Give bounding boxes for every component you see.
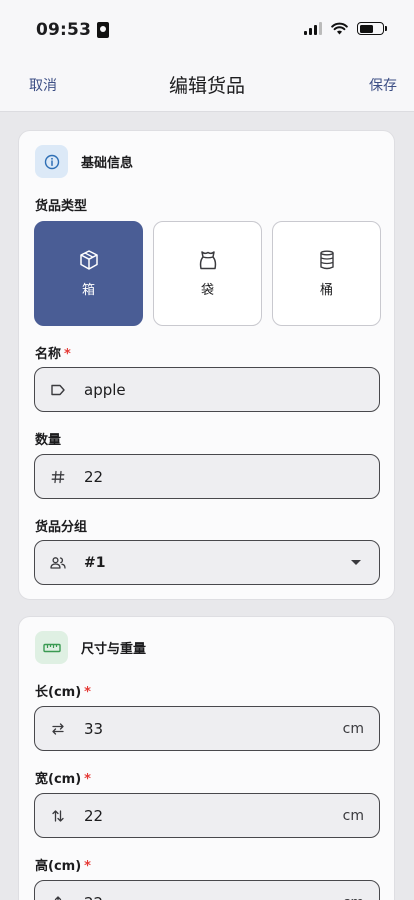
group-select[interactable]: #1 (34, 540, 380, 585)
required-mark: * (84, 772, 91, 787)
page-title: 编辑货品 (168, 75, 245, 97)
height-arrow-icon (48, 893, 68, 900)
quantity-label: 数量 (35, 433, 62, 448)
wifi-icon (331, 22, 348, 35)
battery-icon (357, 22, 387, 35)
navigation-bar: 取消 编辑货品 保存 (0, 56, 414, 112)
box-icon (79, 250, 98, 270)
height-label-text: 高(cm) (35, 859, 82, 874)
clock-text: 09:53 (36, 20, 92, 40)
type-option-label: 袋 (200, 283, 214, 298)
status-bar: 09:53 (0, 0, 414, 56)
dimensions-card: 尺寸与重量 长(cm)* cm 宽(cm)* (18, 616, 395, 900)
name-input[interactable] (84, 368, 379, 411)
width-unit: cm (342, 807, 364, 824)
width-field[interactable]: cm (34, 793, 380, 838)
dimensions-header: 尺寸与重量 (35, 631, 146, 664)
length-unit: cm (342, 720, 364, 737)
basic-info-card: 基础信息 货品类型 箱 袋 桶 名称 * apple 数量 22 货品分组 #1 (18, 130, 395, 600)
height-input[interactable] (84, 881, 343, 900)
ruler-icon (35, 631, 68, 664)
group-label: 货品分组 (35, 520, 88, 535)
people-icon (48, 553, 68, 573)
basic-info-header: 基础信息 (35, 145, 133, 178)
label-tag-icon (48, 380, 68, 400)
form-scroll-area[interactable]: 基础信息 货品类型 箱 袋 桶 名称 * apple 数量 22 货品分组 #1… (0, 113, 414, 900)
height-label: 高(cm) * (35, 855, 91, 874)
type-option-label: 桶 (319, 283, 333, 298)
length-label: 长(cm) * (35, 681, 91, 700)
length-input[interactable] (84, 707, 343, 750)
type-option-label: 箱 (81, 283, 95, 298)
type-option-bag[interactable]: 袋 (153, 221, 262, 326)
width-input[interactable] (84, 794, 343, 837)
height-field[interactable]: cm (34, 880, 380, 900)
dimensions-title: 尺寸与重量 (81, 642, 147, 657)
cellular-signal-icon (304, 22, 322, 35)
height-unit: cm (343, 895, 364, 900)
barrel-icon (319, 250, 334, 270)
required-mark: * (84, 859, 91, 874)
length-field[interactable]: cm (34, 706, 380, 751)
name-field[interactable] (34, 367, 380, 412)
quantity-field[interactable] (34, 454, 380, 499)
vertical-arrows-icon (48, 806, 68, 826)
type-label: 货品类型 (35, 199, 88, 214)
length-label-text: 长(cm) (35, 685, 82, 700)
type-option-barrel[interactable]: 桶 (272, 221, 381, 326)
chevron-down-icon (351, 560, 361, 565)
status-time: 09:53 (36, 20, 110, 40)
width-label-text: 宽(cm) (35, 772, 82, 787)
save-button[interactable]: 保存 (369, 75, 397, 95)
status-indicators (304, 22, 387, 35)
info-icon (35, 145, 68, 178)
required-mark: * (84, 685, 91, 700)
width-label: 宽(cm) * (35, 768, 91, 787)
hash-icon (48, 467, 68, 487)
name-label-text: 名称 (35, 347, 62, 362)
horizontal-arrows-icon (48, 719, 68, 739)
group-select-value: #1 (84, 554, 106, 571)
bag-icon (199, 251, 216, 270)
required-mark: * (64, 347, 71, 362)
type-option-box[interactable]: 箱 (34, 221, 143, 326)
sim-card-icon (97, 22, 110, 38)
basic-info-title: 基础信息 (81, 156, 134, 171)
name-label: 名称 * (35, 343, 71, 362)
quantity-input[interactable] (84, 455, 379, 498)
type-selector: 箱 袋 桶 (34, 221, 381, 326)
